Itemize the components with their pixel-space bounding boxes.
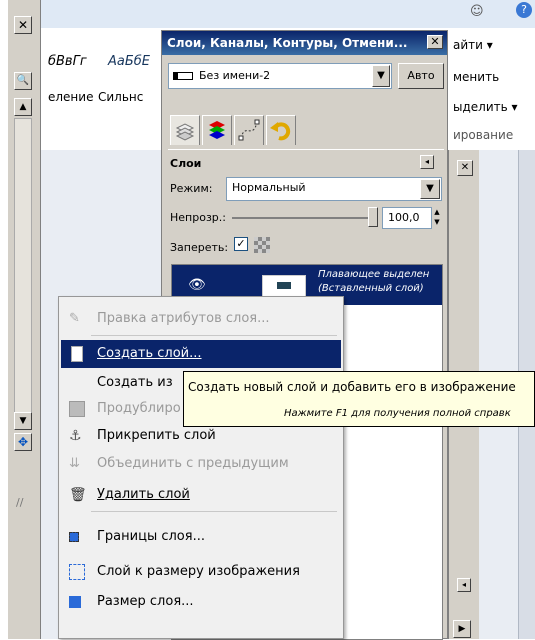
tooltip-hint: Нажмите F1 для получения полной справк	[284, 408, 511, 419]
lock-alpha-icon[interactable]	[254, 237, 270, 253]
menu-item-edit-attributes[interactable]: ✎ Правка атрибутов слоя...	[61, 305, 341, 333]
ribbon-label-2: Сильнс	[98, 90, 144, 104]
dock-close-icon[interactable]: ✕	[427, 35, 443, 49]
menu-item-new-layer[interactable]: Создать слой...	[61, 340, 341, 368]
scroll-down-icon[interactable]: ▼	[14, 412, 32, 430]
layer-thumbnail-content	[277, 282, 291, 289]
secondary-close-icon[interactable]: ✕	[457, 160, 473, 176]
image-name: Без имени-2	[199, 69, 271, 82]
anchor-icon: ⚓	[69, 428, 82, 444]
mode-select[interactable]: Нормальный	[226, 177, 442, 201]
panel-title: Слои	[170, 157, 202, 170]
mode-dropdown-icon[interactable]: ▼	[420, 179, 440, 199]
toolbox-scrollbar[interactable]	[14, 118, 32, 418]
scale-layer-icon	[69, 596, 81, 608]
opacity-slider-track[interactable]	[232, 217, 368, 219]
ribbon-title-area	[40, 0, 535, 28]
layer-name-line-1: Плавающее выделен	[318, 269, 430, 280]
visibility-eye-icon[interactable]: 👁	[188, 277, 206, 293]
layer-name-line-2: (Вставленный слой)	[318, 283, 424, 294]
menu-item-scale-layer[interactable]: Размер слоя...	[61, 588, 341, 616]
find-button[interactable]: айти ▾	[453, 38, 493, 52]
menu-separator	[91, 511, 337, 512]
edit-icon: ✎	[69, 311, 80, 326]
tooltip-text: Создать новый слой и добавить его в изоб…	[188, 380, 516, 394]
trash-icon: 🗑	[69, 487, 87, 503]
layers-icon	[175, 123, 195, 141]
tooltip: Создать новый слой и добавить его в изоб…	[183, 371, 535, 427]
duplicate-icon	[69, 401, 85, 417]
mode-value: Нормальный	[232, 181, 306, 194]
style-sample-normal[interactable]: бВвГг	[48, 54, 87, 69]
tab-layers[interactable]	[170, 115, 200, 145]
ribbon-label-1: еление	[48, 90, 94, 104]
layer-thumbnail	[262, 275, 306, 297]
toolbox-close-icon[interactable]: ✕	[14, 16, 32, 34]
layer-to-image-size-icon	[69, 564, 85, 580]
undo-icon	[270, 122, 291, 141]
lock-label: Запереть:	[170, 241, 229, 254]
replace-button[interactable]: менить	[453, 70, 499, 84]
paths-icon	[238, 119, 260, 141]
select-button[interactable]: ыделить ▾	[453, 100, 518, 114]
tab-paths[interactable]	[234, 115, 264, 145]
resize-grip-icon[interactable]: //	[16, 496, 23, 509]
opacity-slider-handle[interactable]	[368, 207, 378, 227]
dock-tabs	[168, 113, 444, 150]
opacity-spin-icon[interactable]: ▲ ▼	[432, 207, 442, 229]
scroll-up-icon[interactable]: ▲	[14, 98, 32, 116]
tab-channels[interactable]	[202, 115, 232, 145]
image-thumbnail-icon	[173, 72, 193, 80]
menu-item-delete-layer[interactable]: 🗑 Удалить слой	[61, 481, 341, 509]
help-icon[interactable]: ☺	[470, 4, 484, 19]
editing-group-label: ирование	[453, 128, 514, 142]
menu-item-layer-boundary[interactable]: Границы слоя...	[61, 523, 341, 551]
opacity-label: Непрозр.:	[170, 211, 226, 224]
mode-label: Режим:	[170, 182, 213, 195]
zoom-icon[interactable]: 🔍	[14, 72, 32, 90]
opacity-input[interactable]: 100,0	[382, 207, 432, 229]
merge-icon: ⇊	[69, 456, 80, 471]
info-icon[interactable]: ?	[516, 2, 532, 18]
auto-button[interactable]: Авто	[398, 63, 444, 89]
image-dropdown-icon[interactable]: ▼	[372, 65, 390, 87]
menu-item-merge-down[interactable]: ⇊ Объединить с предыдущим	[61, 450, 341, 478]
style-sample-heading[interactable]: АаБбЕ	[108, 54, 150, 69]
menu-separator	[91, 335, 337, 336]
panel-menu-icon[interactable]: ◂	[420, 155, 434, 169]
secondary-scroll-right-icon[interactable]: ▶	[453, 620, 471, 638]
menu-item-layer-to-image-size[interactable]: Слой к размеру изображения	[61, 558, 341, 586]
new-layer-icon	[71, 346, 83, 362]
opacity-value: 100,0	[388, 211, 420, 224]
tab-undo-history[interactable]	[266, 115, 296, 145]
dock-title[interactable]: Слои, Каналы, Контуры, Отмени...	[162, 31, 447, 55]
layer-boundary-icon	[69, 532, 79, 542]
image-selector[interactable]: Без имени-2	[168, 63, 392, 89]
layers-context-menu: ✎ Правка атрибутов слоя... Создать слой.…	[58, 296, 344, 639]
move-tool-icon[interactable]: ✥	[14, 433, 32, 451]
gimp-toolbox: ✕ 🔍 ▲ ▼ ✥ //	[8, 0, 41, 639]
lock-pixels-checkbox[interactable]: ✓	[234, 237, 248, 251]
channels-icon	[209, 121, 225, 139]
secondary-menu-icon[interactable]: ◂	[457, 578, 471, 592]
